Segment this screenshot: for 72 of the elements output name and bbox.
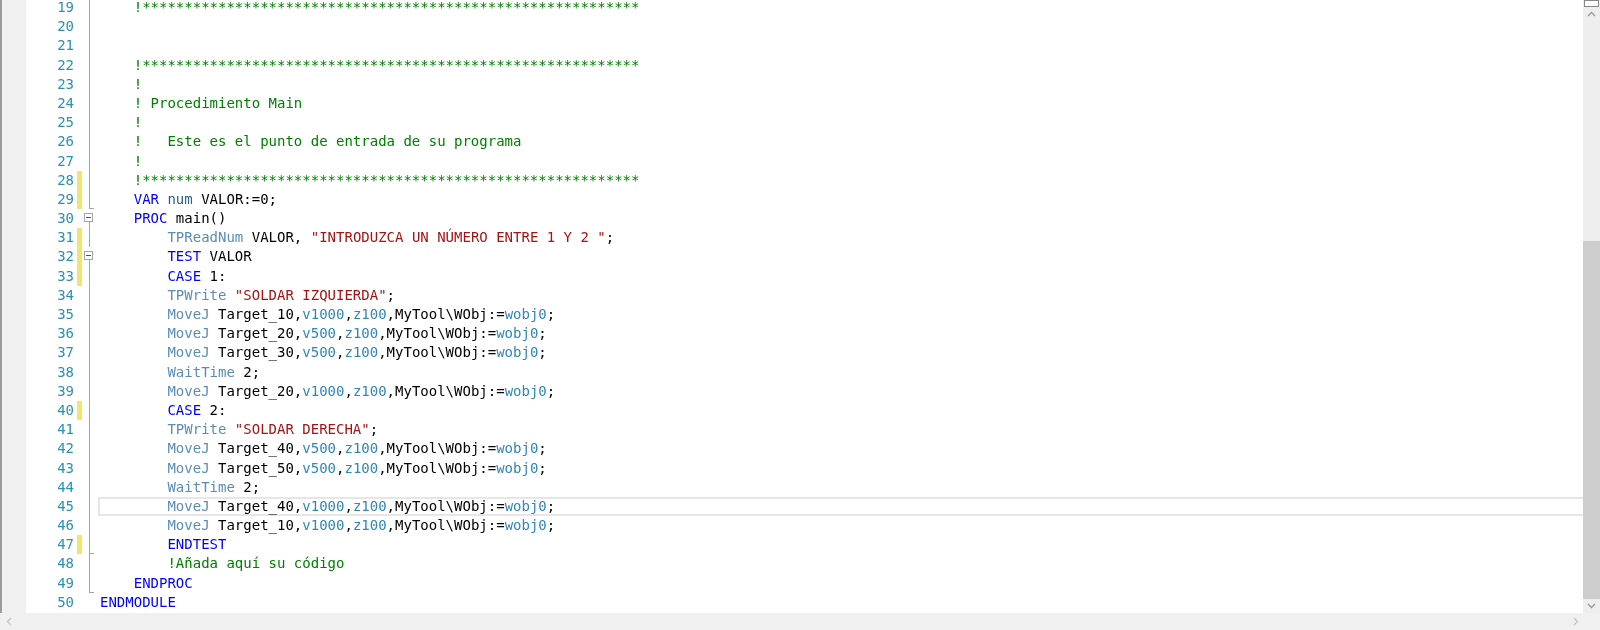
line-number: 23	[56, 74, 75, 94]
code-line: PROC main()	[132, 209, 228, 229]
code-line: MoveJ Target_30,v500,z100,MyTool\WObj:=wobj0;	[166, 343, 548, 363]
code-line: MoveJ Target_50,v500,z100,MyTool\WObj:=wobj0;	[166, 458, 548, 478]
code-line: ! Procedimiento Main	[132, 93, 304, 113]
line-number: 27	[56, 151, 75, 171]
line-number: 35	[56, 305, 75, 324]
code-line: !***********************************************************	[132, 0, 641, 17]
code-line: CASE 2:	[166, 400, 228, 420]
code-line: !***********************************************************	[132, 170, 641, 190]
scrollbar-thumb[interactable]	[1583, 241, 1600, 599]
code-line: MoveJ Target_20,v500,z100,MyTool\WObj:=wobj0;	[166, 324, 548, 344]
code-line: ENDTEST	[166, 535, 228, 555]
scroll-left-icon[interactable]	[6, 617, 12, 626]
line-number: 31	[56, 228, 75, 248]
code-line: ENDMODULE	[99, 592, 177, 612]
code-line: WaitTime 2;	[166, 362, 262, 382]
line-number: 37	[56, 343, 75, 363]
scroll-right-icon[interactable]	[1573, 617, 1579, 626]
line-number: 33	[56, 266, 75, 286]
line-number: 25	[56, 113, 75, 133]
line-number: 36	[56, 324, 75, 344]
code-line: TPWrite "SOLDAR IZQUIERDA";	[166, 285, 396, 305]
line-number: 42	[56, 439, 75, 459]
line-number: 26	[56, 132, 75, 152]
code-line: VAR num VALOR:=0;	[132, 189, 279, 209]
line-number: 30	[56, 209, 75, 229]
code-line: !Añada aquí su código	[166, 554, 346, 574]
line-number: 39	[56, 381, 75, 401]
line-number: 19	[56, 0, 75, 17]
code-line: TPWrite "SOLDAR DERECHA";	[166, 420, 380, 440]
line-number: 46	[56, 516, 75, 536]
code-line: !	[132, 151, 144, 171]
line-number: 22	[56, 55, 75, 75]
line-number: 49	[56, 573, 75, 593]
code-line: CASE 1:	[166, 266, 228, 286]
line-number: 28	[56, 170, 75, 190]
collapse-icon[interactable]	[84, 251, 93, 261]
code-line: !	[132, 74, 144, 94]
code-line: ENDPROC	[132, 573, 194, 593]
code-line: ! Este es el punto de entrada de su programa	[132, 132, 523, 152]
line-number: 45	[56, 496, 75, 516]
line-number: 38	[56, 362, 75, 382]
code-line: TPReadNum VALOR, "INTRODUZCA UN NÚMERO ENTRE 1 Y 2 ";	[166, 228, 616, 248]
line-number: 48	[56, 554, 75, 574]
scroll-down-icon[interactable]	[1587, 603, 1596, 609]
line-number: 21	[56, 36, 75, 56]
vertical-scrollbar[interactable]	[1583, 0, 1600, 613]
horizontal-scrollbar[interactable]	[0, 613, 1583, 630]
code-line: MoveJ Target_10,v1000,z100,MyTool\WObj:=wobj0;	[166, 305, 557, 325]
line-number: 32	[56, 247, 75, 267]
line-number: 50	[56, 592, 75, 612]
line-number: 47	[56, 535, 75, 555]
code-line: TEST VALOR	[166, 247, 253, 267]
line-number: 41	[56, 420, 75, 440]
code-line: WaitTime 2;	[166, 477, 262, 497]
line-number: 43	[56, 458, 75, 478]
line-number: 20	[56, 17, 75, 37]
code-line: MoveJ Target_40,v1000,z100,MyTool\WObj:=wobj0;	[166, 497, 556, 514]
line-number: 34	[56, 285, 75, 305]
code-line: MoveJ Target_20,v1000,z100,MyTool\WObj:=wobj0;	[166, 381, 557, 401]
code-line: MoveJ Target_10,v1000,z100,MyTool\WObj:=wobj0;	[166, 516, 557, 536]
split-handle[interactable]	[1584, 0, 1599, 7]
line-number: 40	[56, 400, 75, 420]
code-line: !***********************************************************	[132, 55, 641, 75]
scroll-up-icon[interactable]	[1587, 11, 1596, 17]
code-line: MoveJ Target_40,v500,z100,MyTool\WObj:=wobj0;	[166, 439, 548, 459]
collapse-icon[interactable]	[84, 213, 93, 223]
line-number: 44	[56, 477, 75, 497]
code-line: !	[132, 113, 144, 133]
line-number: 24	[56, 93, 75, 113]
line-number: 29	[56, 189, 75, 209]
